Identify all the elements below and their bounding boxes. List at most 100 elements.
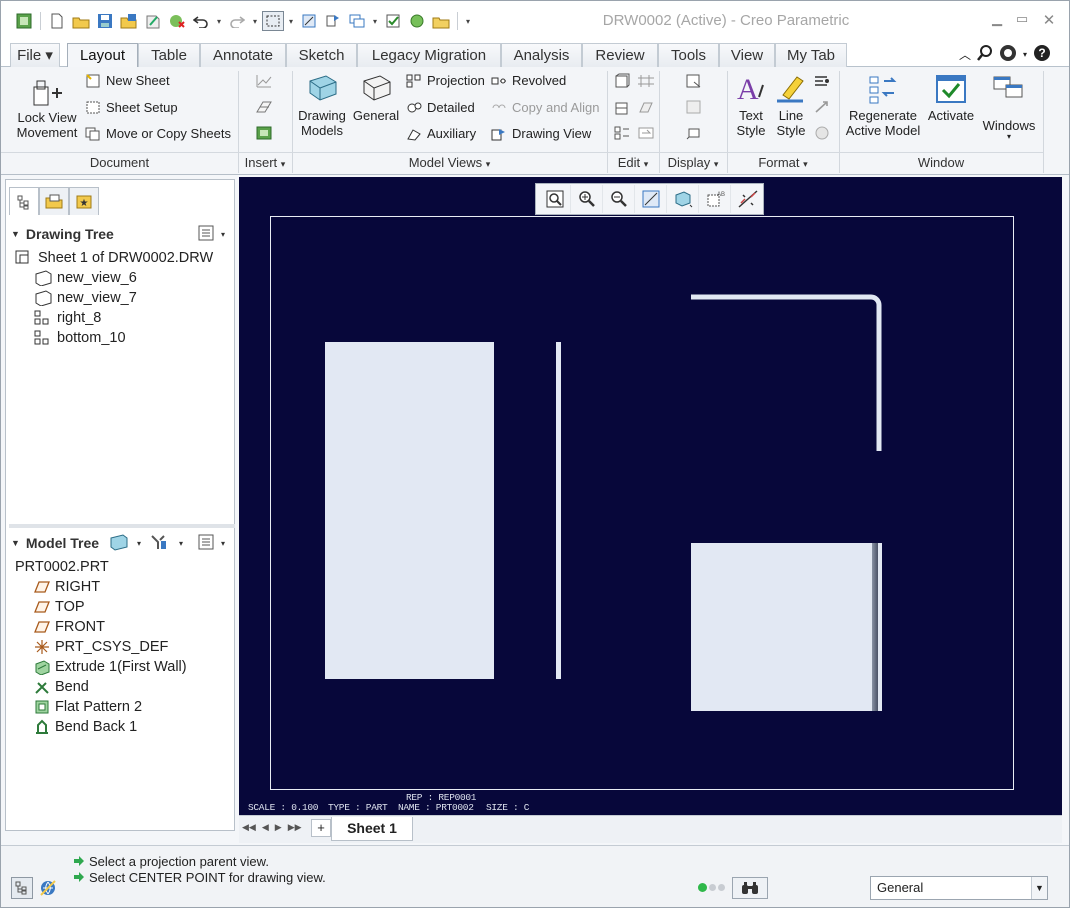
- close-window-icon[interactable]: [166, 11, 188, 31]
- projection-button[interactable]: Projection: [406, 73, 485, 88]
- edit-align-icon[interactable]: [613, 125, 631, 144]
- tab-layout[interactable]: Layout: [67, 43, 138, 69]
- drawing-tree-header[interactable]: ▼ Drawing Tree ▾: [11, 223, 233, 245]
- save-icon[interactable]: [94, 11, 116, 31]
- model-display-dropdown[interactable]: ▾: [137, 539, 141, 548]
- model-tree-item[interactable]: Bend: [34, 677, 89, 697]
- undo-icon[interactable]: [190, 11, 212, 31]
- minimize-ribbon-icon[interactable]: ︿: [959, 46, 971, 63]
- sheet-tab[interactable]: Sheet 1: [331, 817, 413, 841]
- minimize-icon[interactable]: ▁: [986, 11, 1008, 29]
- undo-dropdown[interactable]: ▾: [214, 11, 224, 31]
- tree-settings-icon[interactable]: [197, 224, 215, 245]
- tab-sketch[interactable]: Sketch: [286, 43, 357, 68]
- next-sheet-icon[interactable]: ▶: [275, 822, 282, 833]
- checkbox-icon[interactable]: [382, 11, 404, 31]
- refit-icon[interactable]: [540, 185, 571, 213]
- tab-table[interactable]: Table: [138, 43, 200, 68]
- model-tree-item[interactable]: Extrude 1(First Wall): [34, 657, 187, 677]
- edit-grid-icon[interactable]: [637, 73, 655, 92]
- group-label-display[interactable]: Display ▾: [659, 152, 727, 174]
- drawing-models-button[interactable]: Drawing Models: [297, 73, 347, 138]
- collapse-icon[interactable]: ▼: [11, 229, 20, 239]
- edit-move-view-icon[interactable]: [613, 73, 631, 92]
- status-green-icon[interactable]: [406, 11, 428, 31]
- model-tree-item[interactable]: RIGHT: [34, 577, 100, 597]
- model-tree-root[interactable]: PRT0002.PRT: [15, 557, 109, 577]
- regenerate-active-model-button[interactable]: Regenerate Active Model: [843, 73, 923, 138]
- tab-my-tab[interactable]: My Tab: [775, 43, 847, 68]
- activate-button[interactable]: Activate: [925, 73, 977, 123]
- tab-annotate[interactable]: Annotate: [200, 43, 286, 68]
- tab-legacy-migration[interactable]: Legacy Migration: [357, 43, 501, 68]
- model-tree-item[interactable]: FRONT: [34, 617, 105, 637]
- prev-sheet-icon[interactable]: ◀: [262, 822, 269, 833]
- windows-icon[interactable]: [346, 11, 368, 31]
- model-tree-item[interactable]: Flat Pattern 2: [34, 697, 142, 717]
- display-hidden-icon[interactable]: [685, 99, 703, 118]
- tab-analysis[interactable]: Analysis: [501, 43, 582, 68]
- tree-filters-dropdown[interactable]: ▾: [179, 539, 183, 548]
- redo-dropdown[interactable]: ▾: [250, 11, 260, 31]
- zoom-out-icon[interactable]: [604, 185, 635, 213]
- sheet-setup-button[interactable]: Sheet Setup: [85, 100, 178, 115]
- edit-hatch-icon[interactable]: [637, 100, 655, 119]
- drawing-view-button[interactable]: Drawing View: [491, 126, 591, 141]
- last-sheet-icon[interactable]: ▶▶: [288, 822, 302, 833]
- tree-settings-dropdown[interactable]: ▾: [221, 539, 225, 548]
- first-sheet-icon[interactable]: ◀◀: [242, 822, 256, 833]
- edit-cross-section-icon[interactable]: [613, 100, 631, 119]
- copy-align-button[interactable]: Copy and Align: [491, 100, 599, 115]
- group-label-model-views[interactable]: Model Views ▾: [292, 152, 607, 174]
- repaint-icon[interactable]: [636, 185, 667, 213]
- open-folder-icon[interactable]: [70, 11, 92, 31]
- redo-icon[interactable]: [226, 11, 248, 31]
- insert-table-icon[interactable]: [255, 100, 273, 117]
- panel-splitter[interactable]: [9, 524, 235, 528]
- display-edges-icon[interactable]: [685, 73, 703, 92]
- tab-model-tree[interactable]: [9, 187, 39, 215]
- customize-qat-dropdown[interactable]: ▾: [463, 11, 473, 31]
- insert-chart-icon[interactable]: [255, 73, 273, 92]
- help-icon[interactable]: ?: [1033, 44, 1051, 65]
- windows-button[interactable]: Windows ▾: [979, 73, 1039, 141]
- maximize-icon[interactable]: ▭: [1011, 11, 1033, 29]
- model-tree-item[interactable]: TOP: [34, 597, 85, 617]
- model-tree-item[interactable]: PRT_CSYS_DEF: [34, 637, 168, 657]
- community-dropdown[interactable]: ▾: [1023, 50, 1027, 59]
- group-label-insert[interactable]: Insert ▾: [238, 152, 292, 174]
- collapse-icon[interactable]: ▼: [11, 538, 20, 548]
- view-side-edge[interactable]: [556, 342, 561, 679]
- view-bottom-flat[interactable]: [691, 543, 872, 711]
- datum-display-icon[interactable]: [732, 185, 763, 213]
- annotation-display-icon[interactable]: AB: [700, 185, 731, 213]
- lock-view-movement-button[interactable]: Lock View Movement: [13, 77, 81, 140]
- detailed-view-button[interactable]: Detailed: [406, 100, 475, 115]
- drawing-tree-sheet[interactable]: Sheet 1 of DRW0002.DRW: [15, 248, 213, 268]
- drawing-tree-view[interactable]: right_8: [34, 308, 101, 328]
- general-view-button[interactable]: General: [351, 73, 401, 123]
- model-tree-item[interactable]: Bend Back 1: [34, 717, 137, 737]
- tree-filters-icon[interactable]: [149, 533, 169, 554]
- tab-review[interactable]: Review: [582, 43, 658, 68]
- selection-box-icon[interactable]: [262, 11, 284, 31]
- new-file-icon[interactable]: [46, 11, 68, 31]
- selection-dropdown[interactable]: ▾: [286, 11, 296, 31]
- tab-folder-browser[interactable]: [39, 187, 69, 215]
- search-icon[interactable]: [977, 44, 993, 64]
- edit-arrow-icon[interactable]: [637, 125, 655, 144]
- tree-settings-dropdown[interactable]: ▾: [221, 230, 225, 239]
- model-display-icon[interactable]: [109, 533, 129, 554]
- view-bent-profile[interactable]: [687, 291, 887, 456]
- drawing-tree-view[interactable]: new_view_6: [34, 268, 137, 288]
- tab-file[interactable]: File ▾: [10, 43, 60, 68]
- selection-filter-select[interactable]: General ▼: [870, 876, 1048, 900]
- display-shaded-icon[interactable]: [685, 125, 703, 144]
- regenerate-model-icon[interactable]: [322, 11, 344, 31]
- new-sheet-button[interactable]: New Sheet: [85, 73, 170, 88]
- tab-tools[interactable]: Tools: [658, 43, 719, 68]
- format-symbol-icon[interactable]: [813, 73, 831, 92]
- drawing-tree-view[interactable]: new_view_7: [34, 288, 137, 308]
- tab-favorites[interactable]: ★: [69, 187, 99, 215]
- folder-icon[interactable]: [430, 11, 452, 31]
